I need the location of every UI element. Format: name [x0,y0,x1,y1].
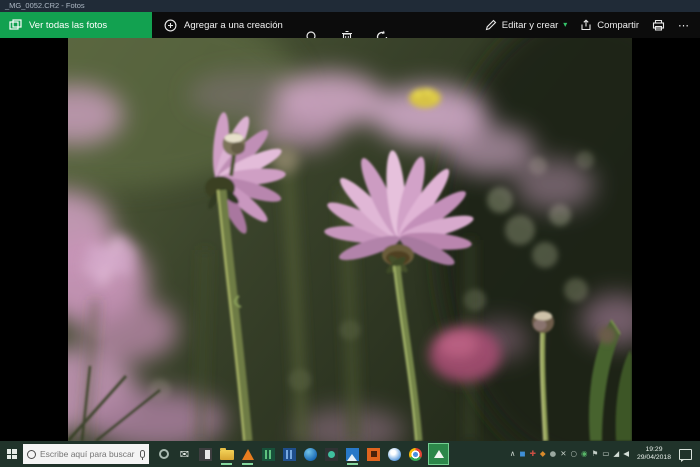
taskbar-icon-photo-viewer[interactable] [344,443,361,465]
taskbar-icon-file-explorer[interactable] [218,443,235,465]
antivirus-icon[interactable]: ✚ [530,449,536,459]
window-titlebar[interactable]: _MG_0052.CR2 - Fotos [0,0,700,12]
taskbar-icon-vlc[interactable] [239,443,256,465]
battery-icon[interactable]: ▭ [602,449,609,459]
taskbar-search-box[interactable] [23,444,149,464]
onenote-icon [199,448,212,461]
view-all-photos-label: Ver todas las fotos [29,20,107,31]
photo-canvas[interactable] [68,38,632,441]
edit-create-button[interactable]: Editar y crear ▾ [485,19,568,31]
taskbar-icon-mail[interactable]: ✉ [176,443,193,465]
taskbar-icon-edge[interactable] [302,443,319,465]
gray-status-icon[interactable]: ● [550,449,557,459]
windows-logo-icon [7,449,17,459]
taskbar-clock[interactable]: 19:29 29/04/2018 [637,446,671,462]
photo-content-area [0,38,700,441]
word-icon [283,448,296,461]
action-center-icon[interactable] [679,449,692,460]
network-icon[interactable]: ◢ [613,449,619,459]
onedrive-icon[interactable]: ◼ [519,449,525,459]
cortana-circle-icon [159,449,169,459]
start-button[interactable] [0,441,23,467]
circled-plus-icon [164,19,177,32]
paint-sphere-icon [388,448,401,461]
taskbar-icon-cortana-circle[interactable] [155,443,172,465]
taskbar-icon-camera[interactable] [323,443,340,465]
edit-create-label: Editar y crear [502,20,559,31]
print-icon [652,19,665,31]
clock-date: 29/04/2018 [637,454,671,462]
file-explorer-icon [220,450,234,460]
photo-viewer-icon [346,448,359,461]
system-tray: ∧ ◼ ✚ ◆ ● ✕ ○ ◉ ⚑ ▭ ◢ ◀ 19:29 29/04/2018 [510,446,700,462]
taskbar-icon-illustrator[interactable] [365,443,382,465]
photos-app-window: _MG_0052.CR2 - Fotos Ver todas las fotos… [0,0,700,467]
cortana-ring-icon [27,450,36,459]
hidden-icons-chevron[interactable]: ∧ [510,449,516,459]
taskbar-icon-fotos-active[interactable] [428,443,449,465]
chrome-icon [409,448,422,461]
volume-icon[interactable]: ◀ [623,449,629,459]
mail-icon: ✉ [180,449,189,460]
microphone-icon[interactable] [140,450,145,458]
share-label: Compartir [597,20,639,31]
taskbar-icon-excel[interactable] [260,443,277,465]
app-toolbar: Ver todas las fotos Agregar a una creaci… [0,12,700,38]
toolbar-right-group: Editar y crear ▾ Compartir ⋯ [485,19,700,32]
edit-pencil-icon [485,19,497,31]
close-status-icon[interactable]: ✕ [560,449,566,459]
ring-status-icon[interactable]: ○ [570,449,577,459]
excel-icon [262,448,275,461]
search-input[interactable] [40,449,136,459]
windows-taskbar: ✉ ∧ ◼ ✚ ◆ ● ✕ ○ ◉ ⚑ ▭ ◢ ◀ [0,441,700,467]
taskbar-icon-paint-sphere[interactable] [386,443,403,465]
add-to-creation-label: Agregar a una creación [184,20,283,31]
share-button[interactable]: Compartir [580,19,639,31]
window-title: _MG_0052.CR2 - Fotos [5,1,85,10]
add-to-creation-button[interactable]: Agregar a una creación [164,19,283,32]
fotos-app-icon [434,450,444,458]
see-more-button[interactable]: ⋯ [678,19,690,32]
caret-down-icon: ▾ [563,21,567,29]
flag-status-icon[interactable]: ⚑ [592,449,599,459]
view-all-photos-button[interactable]: Ver todas las fotos [0,12,152,38]
vlc-cone-icon [242,449,254,460]
taskbar-icon-chrome[interactable] [407,443,424,465]
pinned-apps: ✉ [155,443,449,465]
taskbar-icon-onenote[interactable] [197,443,214,465]
print-button[interactable] [652,19,665,31]
camera-app-icon [325,448,338,461]
edge-browser-icon [304,448,317,461]
illustrator-icon [367,448,380,461]
green-status-icon[interactable]: ◉ [581,449,588,459]
orange-app-icon[interactable]: ◆ [540,449,546,459]
photos-grid-icon [9,19,22,32]
share-icon [580,19,592,31]
clock-time: 19:29 [637,446,671,454]
taskbar-icon-word[interactable] [281,443,298,465]
